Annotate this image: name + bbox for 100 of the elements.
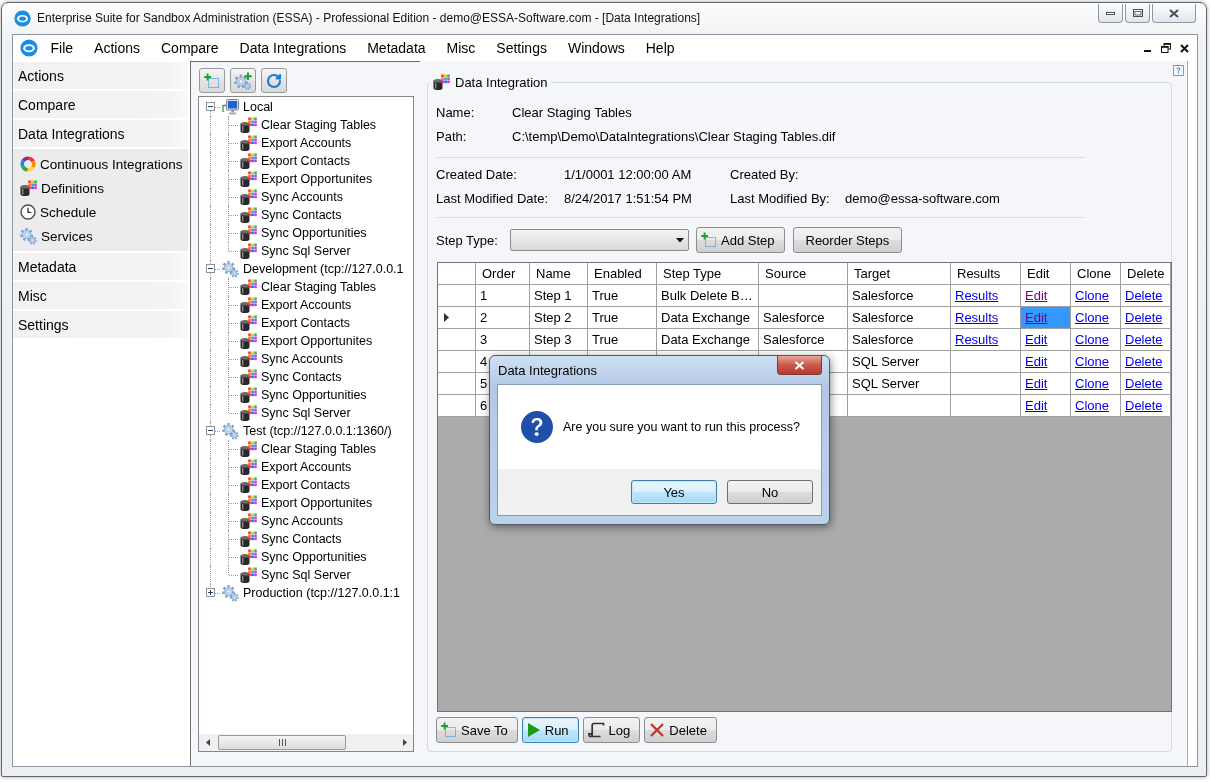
collapse-icon[interactable]	[206, 426, 215, 435]
column-header[interactable]: Target	[848, 263, 951, 285]
scroll-left-icon[interactable]	[205, 739, 210, 746]
help-icon[interactable]	[1173, 65, 1184, 76]
tree-item[interactable]: Sync Sql Server	[261, 567, 351, 583]
column-header[interactable]: Source	[759, 263, 848, 285]
column-header[interactable]: Clone	[1071, 263, 1121, 285]
menu-item[interactable]: Windows	[557, 35, 636, 61]
tree-item[interactable]: Sync Accounts	[261, 351, 343, 367]
nav-section[interactable]: Metadata	[13, 253, 188, 280]
clone-link[interactable]: Clone	[1075, 288, 1109, 303]
tree-item[interactable]: Sync Opportunities	[261, 549, 367, 565]
edit-link[interactable]: Edit	[1025, 332, 1048, 347]
close-button[interactable]	[1152, 4, 1196, 23]
step-button[interactable]: Reorder Steps	[792, 227, 903, 253]
tree-node[interactable]: Production (tcp://127.0.0.1:1	[243, 585, 401, 601]
delete-link[interactable]: Delete	[1125, 310, 1163, 325]
minimize-button[interactable]	[1098, 4, 1123, 23]
collapse-icon[interactable]	[206, 264, 215, 273]
close-icon[interactable]	[1180, 43, 1189, 53]
restore-icon[interactable]	[1161, 43, 1171, 53]
column-header[interactable]: Name	[530, 263, 588, 285]
edit-link[interactable]: Edit	[1025, 376, 1048, 391]
tree-item[interactable]: Sync Contacts	[261, 369, 342, 385]
column-header[interactable]: Edit	[1021, 263, 1071, 285]
clone-link[interactable]: Clone	[1075, 354, 1109, 369]
clone-link[interactable]: Clone	[1075, 376, 1109, 391]
menu-item[interactable]: File	[40, 35, 84, 61]
nav-section[interactable]: Data Integrations	[13, 120, 188, 147]
table-cell[interactable]: Edit	[1021, 285, 1071, 307]
tree-item[interactable]: Sync Opportunities	[261, 225, 367, 241]
column-header[interactable]: Step Type	[657, 263, 759, 285]
expand-icon[interactable]	[206, 588, 215, 597]
close-button[interactable]	[777, 356, 822, 375]
scrollbar-thumb[interactable]	[218, 735, 346, 750]
action-button[interactable]: Save To	[436, 717, 518, 743]
table-cell[interactable]: Edit	[1021, 329, 1071, 351]
collapse-icon[interactable]	[206, 102, 215, 111]
tree-item[interactable]: Export Opportunites	[261, 333, 373, 349]
menu-item[interactable]: Actions	[83, 35, 151, 61]
dialog-button[interactable]: No	[727, 480, 813, 504]
tree-item[interactable]: Export Opportunites	[261, 171, 373, 187]
results-link[interactable]: Results	[955, 332, 999, 347]
column-header[interactable]: Order	[476, 263, 530, 285]
menu-item[interactable]: Compare	[150, 35, 230, 61]
menu-item[interactable]: Misc	[436, 35, 486, 61]
delete-link[interactable]: Delete	[1125, 398, 1163, 413]
step-button[interactable]: Add Step	[696, 227, 785, 253]
tree-item[interactable]: Sync Opportunities	[261, 387, 367, 403]
nav-item[interactable]: Continuous Integrations	[20, 152, 188, 176]
tree-item[interactable]: Sync Contacts	[261, 207, 342, 223]
menu-item[interactable]: Help	[635, 35, 686, 61]
table-cell[interactable]: Edit	[1021, 373, 1071, 395]
menu-item[interactable]: Data Integrations	[229, 35, 357, 61]
results-link[interactable]: Results	[955, 288, 999, 303]
nav-item[interactable]: Services	[20, 224, 188, 248]
menu-item[interactable]: Metadata	[356, 35, 437, 61]
tree-item[interactable]: Clear Staging Tables	[261, 441, 377, 457]
action-button[interactable]: Delete	[644, 717, 717, 743]
table-cell[interactable]: Edit	[1021, 351, 1071, 373]
edit-link[interactable]: Edit	[1025, 354, 1048, 369]
scroll-right-icon[interactable]	[402, 739, 407, 746]
results-link[interactable]: Results	[955, 310, 999, 325]
edit-link[interactable]: Edit	[1025, 398, 1048, 413]
tree-item[interactable]: Export Contacts	[261, 153, 350, 169]
nav-section[interactable]: Actions	[13, 62, 188, 89]
clone-link[interactable]: Clone	[1075, 310, 1109, 325]
action-button[interactable]: Run	[521, 717, 579, 743]
tree-item[interactable]: Export Accounts	[261, 297, 352, 313]
clone-link[interactable]: Clone	[1075, 398, 1109, 413]
column-header[interactable]: Enabled	[588, 263, 657, 285]
tree-item[interactable]: Sync Contacts	[261, 531, 342, 547]
edit-link[interactable]: Edit	[1025, 288, 1048, 303]
tree-item[interactable]: Clear Staging Tables	[261, 279, 377, 295]
tree-item[interactable]: Sync Accounts	[261, 189, 343, 205]
maximize-button[interactable]	[1125, 4, 1150, 23]
tree-item[interactable]: Export Contacts	[261, 315, 350, 331]
tree-item[interactable]: Sync Sql Server	[261, 405, 351, 421]
nav-section[interactable]: Settings	[13, 311, 188, 338]
new-button[interactable]	[199, 68, 225, 93]
tree-item[interactable]: Export Contacts	[261, 477, 350, 493]
tree-node[interactable]: Test (tcp://127.0.0.1:1360/)	[243, 423, 392, 439]
step-type-select[interactable]	[510, 229, 689, 251]
add-server-button[interactable]	[230, 68, 256, 93]
nav-item[interactable]: Definitions	[20, 176, 188, 200]
nav-item[interactable]: Schedule	[20, 200, 188, 224]
row-header[interactable]	[438, 307, 476, 329]
tree-item[interactable]: Export Accounts	[261, 459, 352, 475]
dialog-button[interactable]: Yes	[631, 480, 717, 504]
tree-item[interactable]: Clear Staging Tables	[261, 117, 377, 133]
tree-item[interactable]: Sync Sql Server	[261, 243, 351, 259]
table-cell[interactable]: Edit	[1021, 395, 1071, 417]
tree-item[interactable]: Sync Accounts	[261, 513, 343, 529]
menu-item[interactable]: Settings	[485, 35, 558, 61]
tree-node[interactable]: Local	[243, 99, 273, 115]
column-header[interactable]: Results	[951, 263, 1021, 285]
nav-section[interactable]: Compare	[13, 91, 188, 118]
delete-link[interactable]: Delete	[1125, 354, 1163, 369]
nav-section[interactable]: Misc	[13, 282, 188, 309]
clone-link[interactable]: Clone	[1075, 332, 1109, 347]
